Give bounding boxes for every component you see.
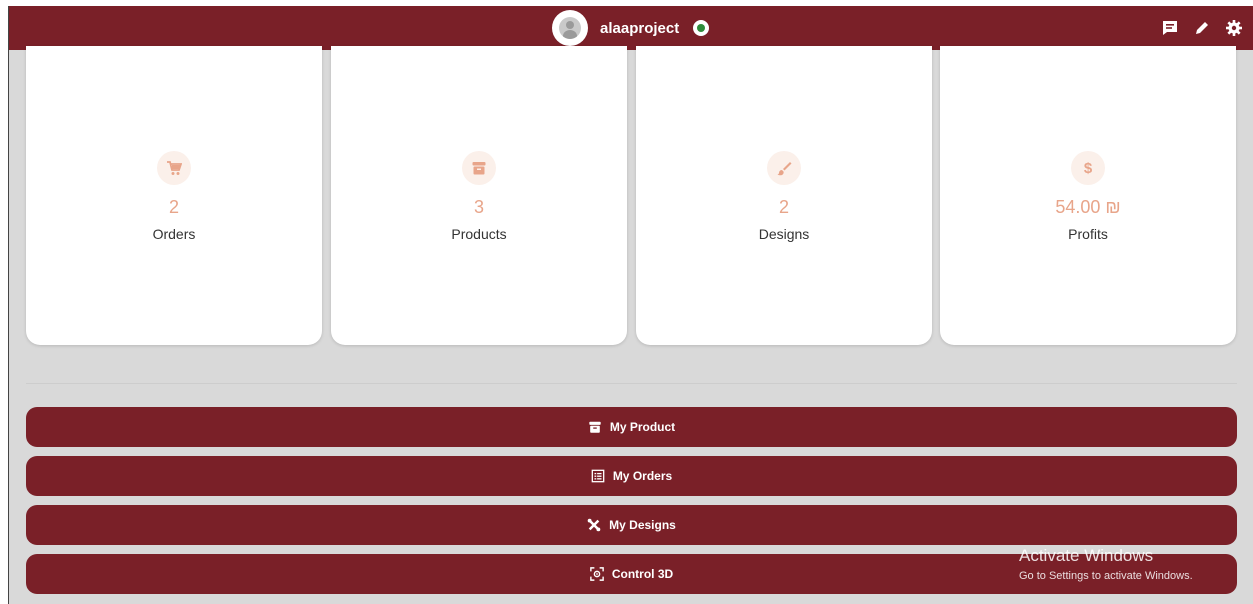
orders-count: 2 bbox=[168, 197, 179, 217]
brush-icon bbox=[767, 151, 801, 185]
profits-label: Profits bbox=[1068, 226, 1108, 242]
my-designs-button[interactable]: My Designs bbox=[26, 505, 1237, 545]
my-product-label: My Product bbox=[609, 420, 676, 434]
profits-card[interactable]: $ 54.00 ₪ Profits bbox=[940, 46, 1236, 345]
archive-icon bbox=[588, 420, 602, 434]
tools-icon bbox=[587, 518, 601, 532]
status-badge-icon bbox=[693, 20, 710, 36]
products-count: 3 bbox=[473, 197, 484, 217]
profits-amount: 54.00 ₪ bbox=[1055, 197, 1121, 217]
message-icon[interactable] bbox=[1161, 19, 1179, 37]
cart-icon bbox=[157, 151, 191, 185]
3d-rotate-icon bbox=[590, 567, 604, 581]
products-label: Products bbox=[451, 226, 507, 242]
products-card[interactable]: 3 Products bbox=[331, 46, 627, 345]
my-product-button[interactable]: My Product bbox=[26, 407, 1237, 447]
watermark-subtitle: Go to Settings to activate Windows. bbox=[1019, 570, 1193, 582]
orders-label: Orders bbox=[152, 226, 196, 242]
list-icon bbox=[591, 469, 605, 483]
profile-area[interactable]: alaaproject bbox=[552, 9, 710, 47]
designs-label: Designs bbox=[758, 226, 810, 242]
orders-card[interactable]: 2 Orders bbox=[26, 46, 322, 345]
top-bar: alaaproject bbox=[9, 6, 1253, 50]
my-orders-label: My Orders bbox=[612, 469, 673, 483]
edit-icon[interactable] bbox=[1193, 19, 1211, 37]
designs-card[interactable]: 2 Designs bbox=[636, 46, 932, 345]
app-window: alaaproject 2 Orders 3 Products 2 Design… bbox=[8, 6, 1253, 604]
avatar-icon bbox=[559, 17, 581, 39]
archive-icon bbox=[462, 151, 496, 185]
activate-windows-watermark: Activate Windows Go to Settings to activ… bbox=[1019, 546, 1193, 582]
my-orders-button[interactable]: My Orders bbox=[26, 456, 1237, 496]
dollar-icon: $ bbox=[1071, 151, 1105, 185]
section-divider bbox=[26, 383, 1237, 384]
stats-cards: 2 Orders 3 Products 2 Designs $ 54.00 ₪ … bbox=[26, 46, 1237, 345]
avatar[interactable] bbox=[552, 10, 588, 46]
watermark-title: Activate Windows bbox=[1019, 546, 1154, 565]
designs-count: 2 bbox=[778, 197, 789, 217]
my-designs-label: My Designs bbox=[609, 518, 676, 532]
settings-icon[interactable] bbox=[1225, 19, 1243, 37]
top-actions bbox=[1161, 19, 1243, 37]
username[interactable]: alaaproject bbox=[600, 20, 679, 37]
control-3d-label: Control 3D bbox=[611, 567, 674, 581]
